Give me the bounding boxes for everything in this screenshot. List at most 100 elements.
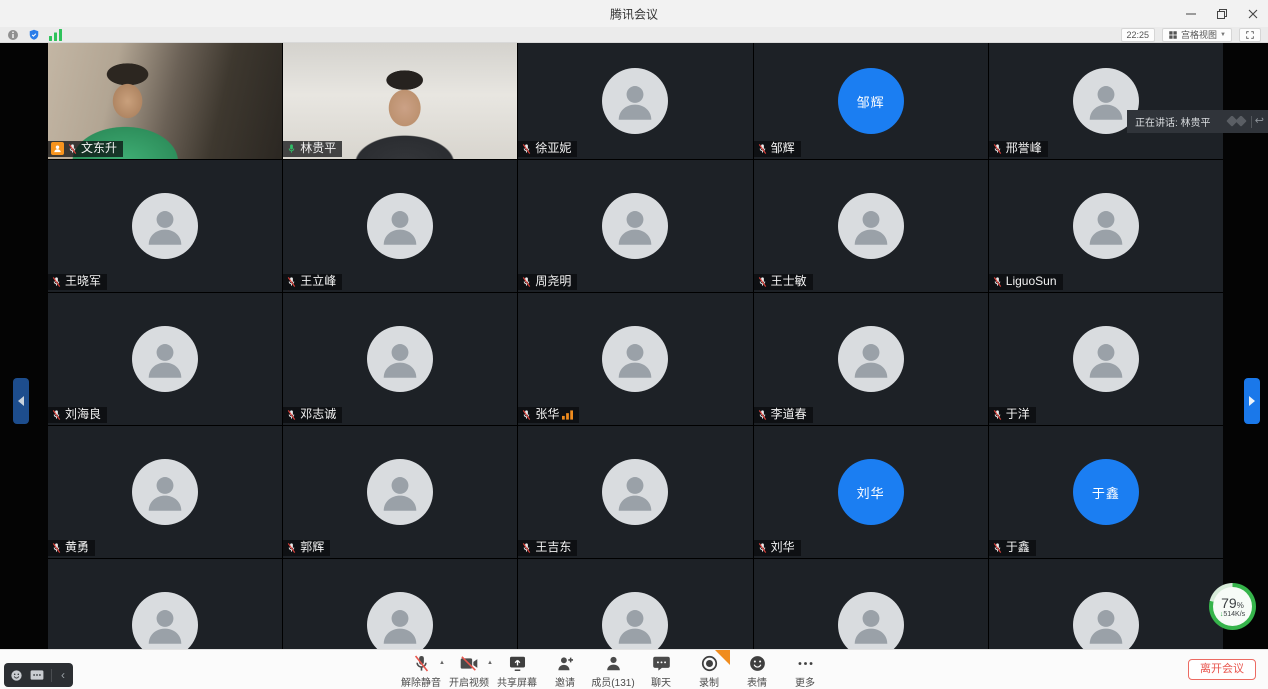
- participant-tile[interactable]: 林贵平: [283, 43, 517, 159]
- close-icon: [1248, 9, 1258, 19]
- person-silhouette-icon: [1083, 203, 1129, 249]
- participant-tile[interactable]: 王晓军: [48, 160, 282, 292]
- avatar: [132, 193, 198, 259]
- participant-tile[interactable]: [48, 559, 282, 650]
- participant-tile[interactable]: 王士敏: [754, 160, 988, 292]
- participant-name: 王士敏: [771, 275, 807, 288]
- participant-name-tag: 王晓军: [48, 274, 107, 290]
- network-quality-icon[interactable]: [49, 29, 62, 41]
- participant-tile[interactable]: [518, 559, 752, 650]
- participant-tile[interactable]: 邹辉邹辉: [754, 43, 988, 159]
- participant-grid: 文东升 林贵平徐亚妮 邹辉邹辉邢誉峰王晓军 王立峰 周尧明王士敏 LiguoSun 刘海良邓…: [48, 43, 1223, 650]
- mic-muted-icon: [757, 143, 768, 155]
- mic-muted-icon: [521, 143, 532, 155]
- participant-tile[interactable]: 周尧明: [518, 160, 752, 292]
- meeting-clock: 22:25: [1121, 28, 1156, 42]
- participant-tile[interactable]: 李道春: [754, 293, 988, 425]
- participant-tile[interactable]: 王立峰: [283, 160, 517, 292]
- fullscreen-button[interactable]: [1239, 28, 1261, 42]
- meeting-info-icon[interactable]: [7, 29, 19, 41]
- participant-tile[interactable]: [989, 559, 1223, 650]
- toolbar-buttons: 解除静音 ▲ 开启视频 ▲ 共享屏幕 邀请 成员(131: [397, 653, 829, 689]
- participant-tile[interactable]: 文东升: [48, 43, 282, 159]
- avatar: [838, 592, 904, 650]
- emoji-button[interactable]: 表情: [733, 653, 781, 689]
- avatar: [602, 326, 668, 392]
- record-promo-badge: [715, 650, 730, 665]
- mic-speaking-icon: [286, 143, 297, 155]
- participant-name-tag: 邓志诚: [283, 407, 342, 423]
- participant-name-tag: 邢誉峰: [989, 141, 1048, 157]
- minimize-button[interactable]: [1175, 0, 1206, 27]
- share-screen-button[interactable]: 共享屏幕: [493, 653, 541, 689]
- security-shield-icon[interactable]: [28, 29, 40, 41]
- more-button[interactable]: 更多: [781, 653, 829, 689]
- invite-label: 邀请: [555, 674, 575, 689]
- participant-tile[interactable]: 徐亚妮: [518, 43, 752, 159]
- previous-page-button[interactable]: [13, 378, 29, 424]
- window-titlebar: 腾讯会议: [0, 0, 1268, 27]
- avatar: [132, 459, 198, 525]
- participant-name-tag: 文东升: [48, 141, 123, 157]
- chat-button[interactable]: 聊天: [637, 653, 685, 689]
- camera-off-icon: [459, 653, 479, 673]
- participant-tile[interactable]: 于鑫于鑫: [989, 426, 1223, 558]
- share-screen-icon: [508, 653, 527, 673]
- participant-name-tag: 刘华: [754, 540, 801, 556]
- participant-tile[interactable]: 黄勇: [48, 426, 282, 558]
- participant-tile[interactable]: 刘海良: [48, 293, 282, 425]
- avatar: [367, 193, 433, 259]
- participant-tile[interactable]: [283, 559, 517, 650]
- mic-muted-icon: [67, 143, 78, 155]
- download-speed: ↓514K/s: [1220, 611, 1245, 618]
- participant-name-tag: 徐亚妮: [518, 141, 577, 157]
- unmute-button[interactable]: 解除静音 ▲: [397, 653, 445, 689]
- members-button[interactable]: 成员(131): [589, 653, 637, 689]
- person-silhouette-icon: [612, 78, 658, 124]
- avatar: [602, 68, 668, 134]
- mic-muted-icon: [286, 409, 297, 421]
- participant-tile[interactable]: 邓志诚: [283, 293, 517, 425]
- participant-tile[interactable]: 王吉东: [518, 426, 752, 558]
- participant-name: 李道春: [771, 408, 807, 421]
- participant-tile[interactable]: LiguoSun: [989, 160, 1223, 292]
- start-video-button[interactable]: 开启视频 ▲: [445, 653, 493, 689]
- participant-name-tag: 王士敏: [754, 274, 813, 290]
- participant-name: 王吉东: [535, 541, 571, 554]
- initials-avatar: 邹辉: [838, 68, 904, 134]
- avatar: [367, 592, 433, 650]
- participant-tile[interactable]: 张华: [518, 293, 752, 425]
- weak-network-icon: [562, 410, 573, 420]
- participant-name-tag: 王立峰: [283, 274, 342, 290]
- participant-tile[interactable]: 于洋: [989, 293, 1223, 425]
- mic-muted-icon: [51, 542, 62, 554]
- person-silhouette-icon: [848, 336, 894, 382]
- members-label: 成员(131): [591, 674, 634, 689]
- keyboard-icon[interactable]: [30, 669, 44, 681]
- mic-muted-icon: [286, 276, 297, 288]
- close-button[interactable]: [1237, 0, 1268, 27]
- leave-meeting-button[interactable]: 离开会议: [1188, 659, 1256, 680]
- restore-button[interactable]: [1206, 0, 1237, 27]
- chevron-left-icon[interactable]: ‹: [59, 669, 67, 681]
- avatar: [602, 592, 668, 650]
- person-silhouette-icon: [612, 469, 658, 515]
- participant-tile[interactable]: 邢誉峰: [989, 43, 1223, 159]
- person-silhouette-icon: [1083, 602, 1129, 648]
- minimize-icon: [1186, 9, 1196, 19]
- person-silhouette-icon: [612, 336, 658, 382]
- person-silhouette-icon: [612, 602, 658, 648]
- participant-name: 于鑫: [1006, 541, 1030, 554]
- participant-tile[interactable]: 刘华刘华: [754, 426, 988, 558]
- participant-tile[interactable]: [754, 559, 988, 650]
- mic-muted-icon: [757, 276, 768, 288]
- record-button[interactable]: 录制: [685, 653, 733, 689]
- emoji-quick-icon[interactable]: [10, 669, 23, 682]
- next-page-button[interactable]: [1244, 378, 1260, 424]
- performance-gauge[interactable]: 79% ↓514K/s: [1209, 583, 1256, 630]
- participant-tile[interactable]: 郭辉: [283, 426, 517, 558]
- view-mode-button[interactable]: 宫格视图 ▼: [1162, 28, 1232, 42]
- invite-button[interactable]: 邀请: [541, 653, 589, 689]
- initials-avatar: 于鑫: [1073, 459, 1139, 525]
- collapse-arrow-icon[interactable]: ↩: [1255, 116, 1264, 127]
